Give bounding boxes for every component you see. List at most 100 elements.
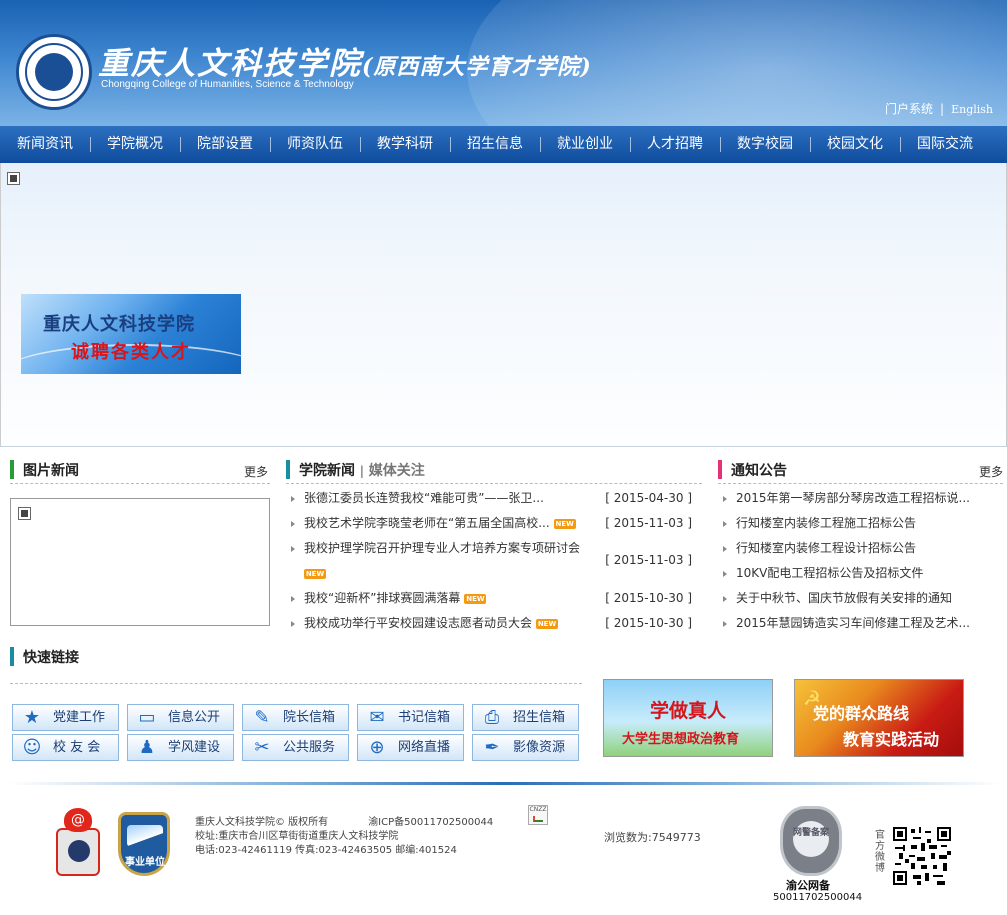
list-item[interactable]: 2015年第一琴房部分琴房改造工程招标说... [718, 486, 1003, 511]
button-label: 院长信箱 [283, 710, 336, 725]
list-item[interactable]: 我校艺术学院李晓莹老师在“第五届全国高校... NEW [ 2015-11-03 ] [286, 511, 692, 536]
news-title-wrap: 我校护理学院召开护理专业人才培养方案专项研讨会 NEW [304, 536, 594, 586]
button-label: 学风建设 [168, 740, 221, 755]
public-institution-badge[interactable]: 事业单位 [118, 812, 170, 876]
list-item[interactable]: 行知楼室内装修工程施工招标公告 [718, 511, 1003, 536]
mass-line-banner[interactable]: ☭ 党的群众路线 教育实践活动 [794, 679, 964, 757]
study-style-button[interactable]: ♟ 学风建设 [127, 734, 234, 761]
public-service-button[interactable]: ✂ 公共服务 [242, 734, 349, 761]
admissions-mailbox-button[interactable]: ⎙ 招生信箱 [472, 704, 579, 731]
school-seal-logo[interactable] [16, 34, 92, 110]
people-icon: ☺ [22, 737, 42, 758]
tab-media-focus[interactable]: 媒体关注 [369, 463, 425, 479]
list-item[interactable]: 行知楼室内装修工程设计招标公告 [718, 536, 1003, 561]
cnzz-bars [533, 816, 543, 822]
party-work-button[interactable]: ★ 党建工作 [12, 704, 119, 731]
footer-copyright: 重庆人文科技学院© 版权所有 渝ICP备50011702500044 校址:重庆市… [195, 816, 493, 858]
nav-item-faculty[interactable]: 师资队伍 [270, 126, 360, 163]
nav-item-international[interactable]: 国际交流 [900, 126, 990, 163]
live-stream-button[interactable]: ⊕ 网络直播 [357, 734, 464, 761]
tab-college-news[interactable]: 学院新闻 [299, 463, 355, 479]
nav-item-admissions[interactable]: 招生信息 [450, 126, 540, 163]
notices-divider [718, 483, 1003, 484]
address-text: 校址:重庆市合川区草街街道重庆人文科技学院 [195, 831, 399, 842]
promo2-subtitle: 教育实践活动 [843, 730, 940, 749]
cnzz-stats-icon[interactable]: CNZZ [528, 805, 548, 825]
pic-news-more-link[interactable]: 更多 [244, 463, 268, 480]
recruitment-banner[interactable]: 重庆人文科技学院 诚聘各类人才 [21, 294, 241, 374]
alumni-button[interactable]: ☺ 校 友 会 [12, 734, 119, 761]
secretary-mailbox-button[interactable]: ✉ 书记信箱 [357, 704, 464, 731]
college-news-header: 学院新闻 | 媒体关注 [286, 460, 702, 480]
nav-item-research[interactable]: 教学科研 [360, 126, 450, 163]
nav-item-digital-campus[interactable]: 数字校园 [720, 126, 810, 163]
button-label: 网络直播 [398, 740, 451, 755]
ideology-education-banner[interactable]: 学做真人 大学生思想政治教育 [603, 679, 773, 757]
news-date: [ 2015-11-03 ] [605, 553, 692, 567]
media-resources-button[interactable]: ✒ 影像资源 [472, 734, 579, 761]
college-news-bar [286, 460, 290, 479]
seal-core [35, 53, 73, 91]
chat-icon: ▭ [138, 707, 156, 728]
college-news-list: 张德江委员长连赞我校“难能可贵”——张卫... [ 2015-04-30 ] 我校… [286, 486, 692, 636]
globe-icon: ⊕ [369, 737, 385, 758]
pic-news-bar [10, 460, 14, 479]
news-date: [ 2015-11-03 ] [605, 516, 692, 530]
pic-news-box[interactable] [10, 498, 270, 626]
button-label: 校 友 会 [53, 740, 101, 755]
list-item[interactable]: 我校“迎新杯”排球赛圆满落幕 NEW [ 2015-10-30 ] [286, 586, 692, 611]
weibo-qr-code-icon[interactable] [893, 827, 951, 885]
pic-news-divider [10, 483, 270, 484]
main-nav: 新闻资讯 学院概况 院部设置 师资队伍 教学科研 招生信息 就业创业 人才招聘 … [0, 126, 1007, 163]
icp-text[interactable]: 渝ICP备50011702500044 [368, 817, 493, 828]
news-title: 我校护理学院召开护理专业人才培养方案专项研讨会 [304, 541, 581, 555]
list-item[interactable]: 2015年慧园铸造实习车间修建工程及艺术... [718, 611, 1003, 636]
button-label: 党建工作 [53, 710, 106, 725]
new-badge: NEW [304, 568, 326, 579]
nav-item-news[interactable]: 新闻资讯 [0, 126, 90, 163]
broken-image-icon [18, 507, 31, 520]
nav-item-departments[interactable]: 院部设置 [180, 126, 270, 163]
tab-divider: | [359, 464, 364, 478]
footer-divider [8, 782, 1002, 785]
quick-links-header: 快速链接 [10, 647, 580, 667]
list-item[interactable]: 我校成功举行平安校园建设志愿者动员大会 NEW [ 2015-10-30 ] [286, 611, 692, 636]
cyber-police-icon[interactable]: @ [56, 808, 100, 876]
top-links-separator: | [940, 102, 945, 116]
qr-code-graphic [893, 827, 951, 885]
nav-item-about[interactable]: 学院概况 [90, 126, 180, 163]
info-disclosure-button[interactable]: ▭ 信息公开 [127, 704, 234, 731]
quick-links-bar [10, 647, 14, 666]
president-mailbox-button[interactable]: ✎ 院长信箱 [242, 704, 349, 731]
edit-icon: ✎ [254, 707, 270, 728]
badge-emblem [127, 825, 163, 847]
list-item[interactable]: 关于中秋节、国庆节放假有关安排的通知 [718, 586, 1003, 611]
notices-header: 通知公告 更多 [718, 460, 1003, 480]
nav-item-jobs[interactable]: 人才招聘 [630, 126, 720, 163]
new-badge: NEW [464, 593, 487, 604]
feather-icon: ✒ [484, 737, 500, 758]
list-item[interactable]: 张德江委员长连赞我校“难能可贵”——张卫... [ 2015-04-30 ] [286, 486, 692, 511]
notices-title: 通知公告 [731, 463, 787, 479]
quick-links-divider [10, 683, 582, 684]
news-title: 我校艺术学院李晓莹老师在“第五届全国高校... [304, 516, 550, 530]
portal-link[interactable]: 门户系统 [885, 102, 933, 116]
police-record-badge-icon[interactable]: 网警备案 [780, 806, 842, 876]
person-icon: ♟ [138, 737, 156, 758]
police-at-icon: @ [64, 808, 92, 832]
english-link[interactable]: English [951, 103, 993, 116]
nav-item-culture[interactable]: 校园文化 [810, 126, 900, 163]
list-item[interactable]: 我校护理学院召开护理专业人才培养方案专项研讨会 NEW [ 2015-11-03 ] [286, 536, 692, 586]
notices-more-link[interactable]: 更多 [979, 463, 1003, 480]
gongan-title: 渝公网备 [786, 879, 830, 892]
new-badge: NEW [553, 518, 576, 529]
promo2-title: 党的群众路线 [813, 704, 910, 723]
pic-news-title: 图片新闻 [23, 463, 79, 479]
copyright-row: 重庆人文科技学院© 版权所有 渝ICP备50011702500044 [195, 816, 493, 830]
tools-icon: ✂ [254, 737, 270, 758]
broken-image-icon [7, 172, 20, 185]
list-item[interactable]: 10KV配电工程招标公告及招标文件 [718, 561, 1003, 586]
nav-item-careers[interactable]: 就业创业 [540, 126, 630, 163]
news-title: 我校成功举行平安校园建设志愿者动员大会 [304, 616, 533, 630]
school-name-cn[interactable]: 重庆人文科技学院(原西南大学育才学院) [98, 38, 592, 83]
